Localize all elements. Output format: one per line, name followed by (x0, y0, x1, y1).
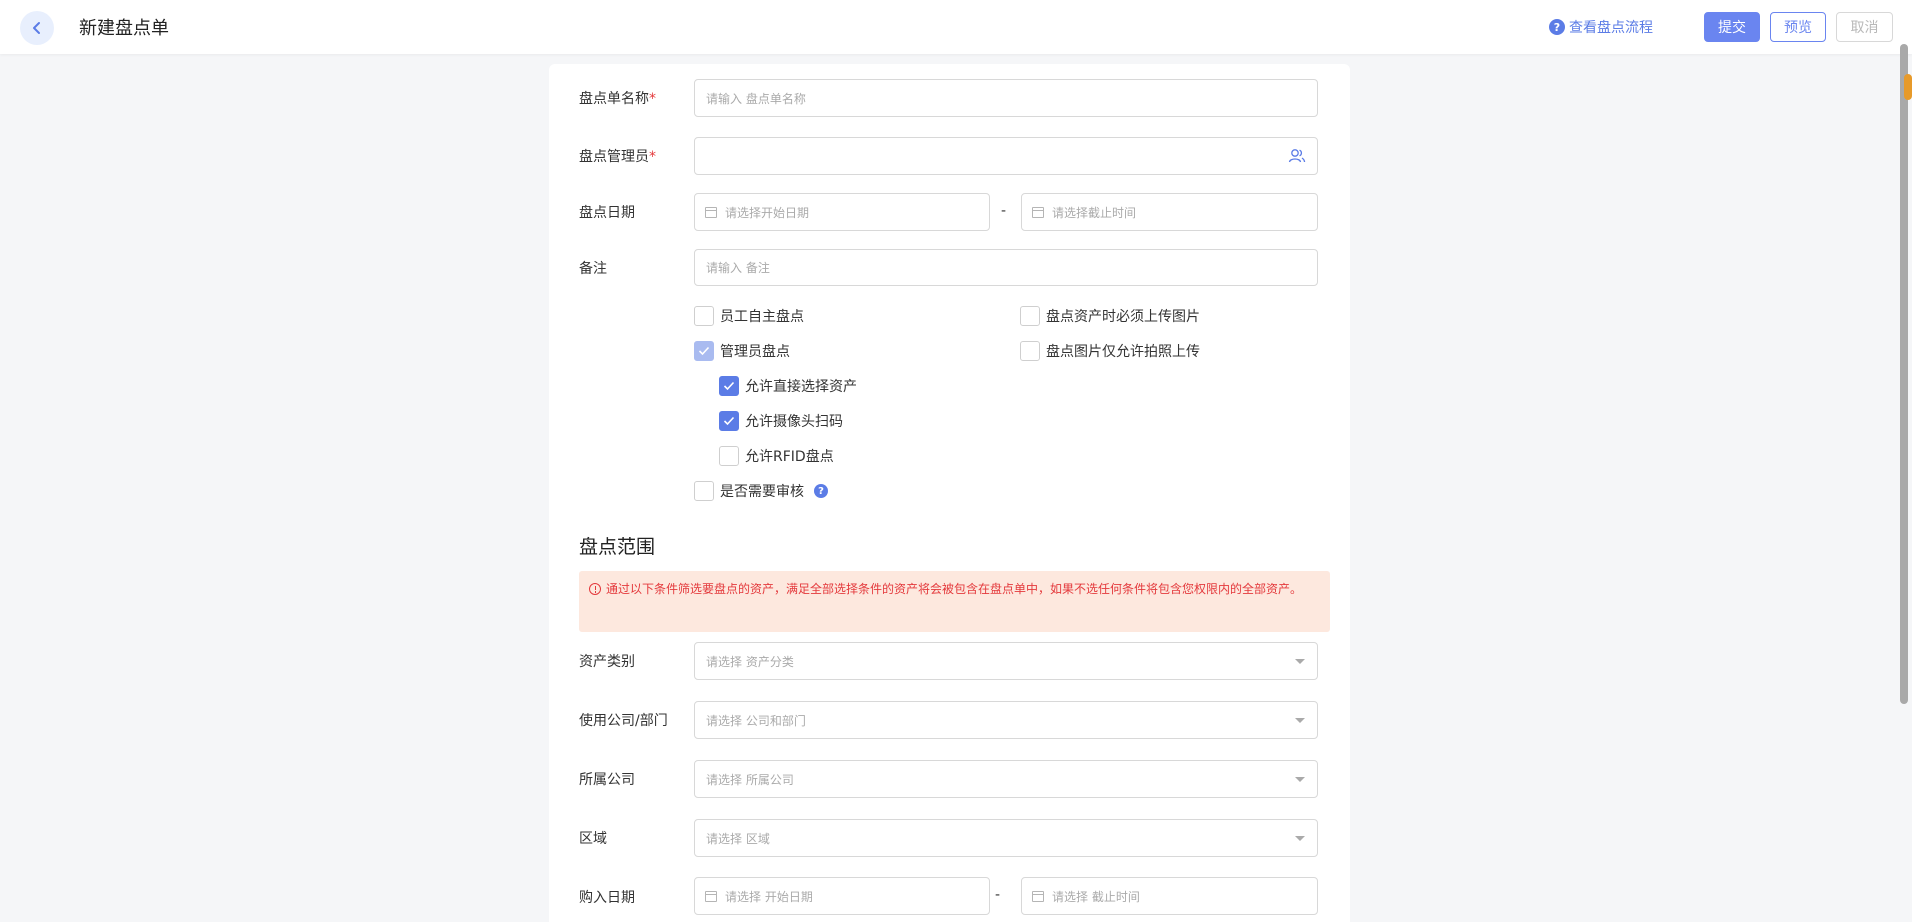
name-input[interactable]: 请输入 盘点单名称 (694, 79, 1318, 117)
checkbox-box[interactable] (694, 341, 714, 361)
preview-button[interactable]: 预览 (1770, 12, 1826, 42)
purchase-end-input[interactable]: 请选择 截止时间 (1021, 877, 1318, 915)
view-flow-label: 查看盘点流程 (1569, 20, 1653, 36)
checkbox-box[interactable] (719, 376, 739, 396)
chevron-down-icon (1295, 718, 1305, 723)
checkbox-box[interactable] (719, 411, 739, 431)
checkbox-box[interactable] (1020, 341, 1040, 361)
area-select[interactable]: 请选择 区域 (694, 819, 1318, 857)
calendar-icon (1032, 206, 1044, 218)
checkbox-box[interactable] (1020, 306, 1040, 326)
scope-notice: 通过以下条件筛选要盘点的资产，满足全部选择条件的资产将会被包含在盘点单中，如果不… (579, 571, 1330, 632)
scrollbar-thumb[interactable] (1904, 74, 1912, 100)
check-icon (723, 381, 735, 391)
dept-select[interactable]: 请选择 公司和部门 (694, 701, 1318, 739)
category-select[interactable]: 请选择 资产分类 (694, 642, 1318, 680)
area-label: 区域 (579, 831, 607, 847)
check-icon (698, 346, 710, 356)
scope-title: 盘点范围 (579, 536, 656, 558)
help-icon[interactable]: ? (814, 484, 828, 498)
manager-input[interactable] (694, 137, 1318, 175)
cancel-button[interactable]: 取消 (1836, 12, 1893, 42)
view-flow-link[interactable]: ? 查看盘点流程 (1549, 17, 1653, 37)
submit-button[interactable]: 提交 (1704, 12, 1760, 42)
category-label: 资产类别 (579, 654, 635, 670)
must-upload-checkbox[interactable]: 盘点资产时必须上传图片 (1020, 306, 1200, 326)
calendar-icon (1032, 890, 1044, 902)
chevron-down-icon (1295, 836, 1305, 841)
rfid-checkbox[interactable]: 允许RFID盘点 (719, 446, 834, 466)
purchase-date-separator: - (995, 887, 1001, 903)
company-label: 所属公司 (579, 772, 635, 788)
self-check-checkbox[interactable]: 员工自主盘点 (694, 306, 804, 326)
form-card: 盘点单名称* 请输入 盘点单名称 盘点管理员* 盘点日期 请选择开始日期 - 请… (549, 64, 1350, 922)
page-title: 新建盘点单 (79, 18, 169, 39)
photo-only-checkbox[interactable]: 盘点图片仅允许拍照上传 (1020, 341, 1200, 361)
users-icon[interactable] (1288, 148, 1306, 164)
scrollbar[interactable] (1900, 44, 1908, 704)
checkbox-box[interactable] (694, 481, 714, 501)
company-select[interactable]: 请选择 所属公司 (694, 760, 1318, 798)
admin-check-checkbox[interactable]: 管理员盘点 (694, 341, 790, 361)
remark-label: 备注 (579, 261, 607, 277)
remark-input[interactable]: 请输入 备注 (694, 249, 1318, 286)
checkbox-box[interactable] (719, 446, 739, 466)
chevron-left-icon (33, 22, 40, 34)
manager-label: 盘点管理员* (579, 149, 656, 165)
question-icon: ? (1549, 19, 1565, 35)
start-date-input[interactable]: 请选择开始日期 (694, 193, 990, 231)
name-label: 盘点单名称* (579, 91, 656, 107)
check-icon (723, 416, 735, 426)
dept-label: 使用公司/部门 (579, 713, 668, 729)
top-header: 新建盘点单 ? 查看盘点流程 提交 预览 取消 (0, 0, 1912, 54)
date-label: 盘点日期 (579, 205, 635, 221)
chevron-down-icon (1295, 659, 1305, 664)
end-date-input[interactable]: 请选择截止时间 (1021, 193, 1318, 231)
direct-select-checkbox[interactable]: 允许直接选择资产 (719, 376, 857, 396)
purchase-start-input[interactable]: 请选择 开始日期 (694, 877, 990, 915)
date-separator: - (1001, 203, 1007, 219)
camera-scan-checkbox[interactable]: 允许摄像头扫码 (719, 411, 843, 431)
checkbox-box[interactable] (694, 306, 714, 326)
calendar-icon (705, 890, 717, 902)
info-circle-icon (589, 583, 601, 595)
chevron-down-icon (1295, 777, 1305, 782)
back-button[interactable] (20, 11, 54, 45)
need-review-checkbox[interactable]: 是否需要审核 ? (694, 481, 828, 501)
calendar-icon (705, 206, 717, 218)
purchase-date-label: 购入日期 (579, 890, 635, 906)
